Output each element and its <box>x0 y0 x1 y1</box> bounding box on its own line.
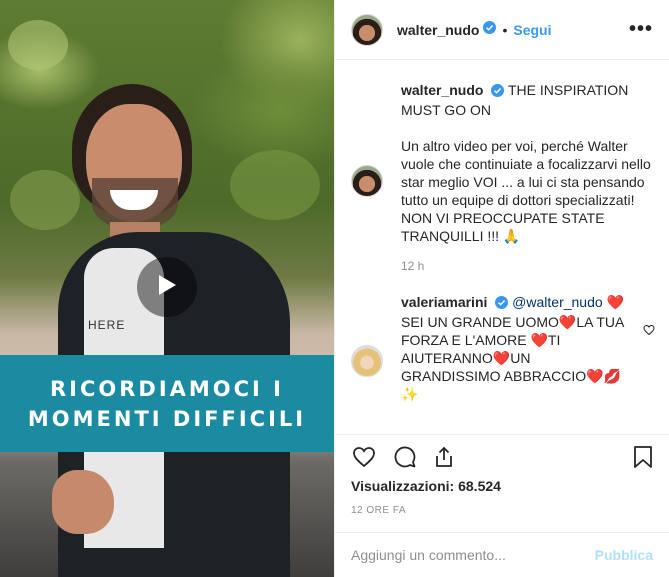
avatar[interactable] <box>351 165 383 197</box>
heart-icon[interactable] <box>351 445 377 469</box>
verified-icon <box>483 20 497 39</box>
caption-time[interactable]: 12 h <box>401 259 653 273</box>
share-icon[interactable] <box>433 445 455 469</box>
verified-icon <box>495 295 509 313</box>
comment-input[interactable]: Aggiungi un commento... <box>351 547 506 563</box>
play-icon <box>156 273 178 302</box>
person-hand <box>52 470 114 534</box>
video-banner: RICORDIAMOCI I MOMENTI DIFFICILI <box>0 355 334 452</box>
follow-button[interactable]: Segui <box>513 22 551 38</box>
reply-mention[interactable]: @walter_nudo <box>512 294 603 310</box>
post-button[interactable]: Pubblica <box>595 547 653 563</box>
reply-username[interactable]: valeriamarini <box>401 294 487 310</box>
foliage <box>8 20 68 70</box>
reply-text: valeriamarini @walter_nudo ❤️SEI UN GRAN… <box>401 293 653 403</box>
comments-list[interactable]: walter_nudo THE INSPIRATION MUST GO ON U… <box>335 61 669 434</box>
video-player[interactable]: HERE RICORDIAMOCI I MOMENTI DIFFICILI <box>0 0 334 577</box>
avatar[interactable] <box>351 345 383 377</box>
post-date[interactable]: 12 ORE FA <box>351 505 406 516</box>
banner-line-1: RICORDIAMOCI I <box>49 376 284 401</box>
post-panel: walter_nudo • Segui ••• walter_nudo THE … <box>334 0 669 577</box>
shirt-print: HERE <box>88 318 126 332</box>
action-bar <box>335 434 669 478</box>
caption-body-2: NON VI PREOCCUPATE STATE TRANQUILLI !!! … <box>401 210 605 244</box>
verified-icon <box>491 83 505 101</box>
separator-dot: • <box>502 21 508 38</box>
caption-text: walter_nudo THE INSPIRATION MUST GO ON U… <box>401 81 653 245</box>
play-button[interactable] <box>137 257 197 317</box>
bookmark-icon[interactable] <box>633 445 653 469</box>
more-icon[interactable]: ••• <box>629 18 653 41</box>
banner-line-2: MOMENTI DIFFICILI <box>27 406 307 431</box>
views-value: 68.524 <box>458 478 501 494</box>
heart-icon[interactable] <box>643 323 655 341</box>
reply-body: ❤️SEI UN GRANDE UOMO❤️LA TUA FORZA E L'A… <box>401 294 624 402</box>
foliage <box>10 170 80 230</box>
comment-icon[interactable] <box>393 445 417 469</box>
caption-body: Un altro video per voi, perché Walter vu… <box>401 138 651 208</box>
caption-comment: walter_nudo THE INSPIRATION MUST GO ON U… <box>351 81 653 245</box>
view-count[interactable]: Visualizzazioni: 68.524 <box>351 478 501 494</box>
header-username[interactable]: walter_nudo <box>397 22 479 38</box>
avatar[interactable] <box>351 13 383 46</box>
foliage <box>230 150 320 220</box>
list-item: valeriamarini @walter_nudo ❤️SEI UN GRAN… <box>351 293 655 403</box>
post-header: walter_nudo • Segui ••• <box>335 0 669 60</box>
caption-username[interactable]: walter_nudo <box>401 82 483 98</box>
add-comment-bar: Aggiungi un commento... Pubblica <box>335 532 669 577</box>
views-label: Visualizzazioni: <box>351 478 455 494</box>
